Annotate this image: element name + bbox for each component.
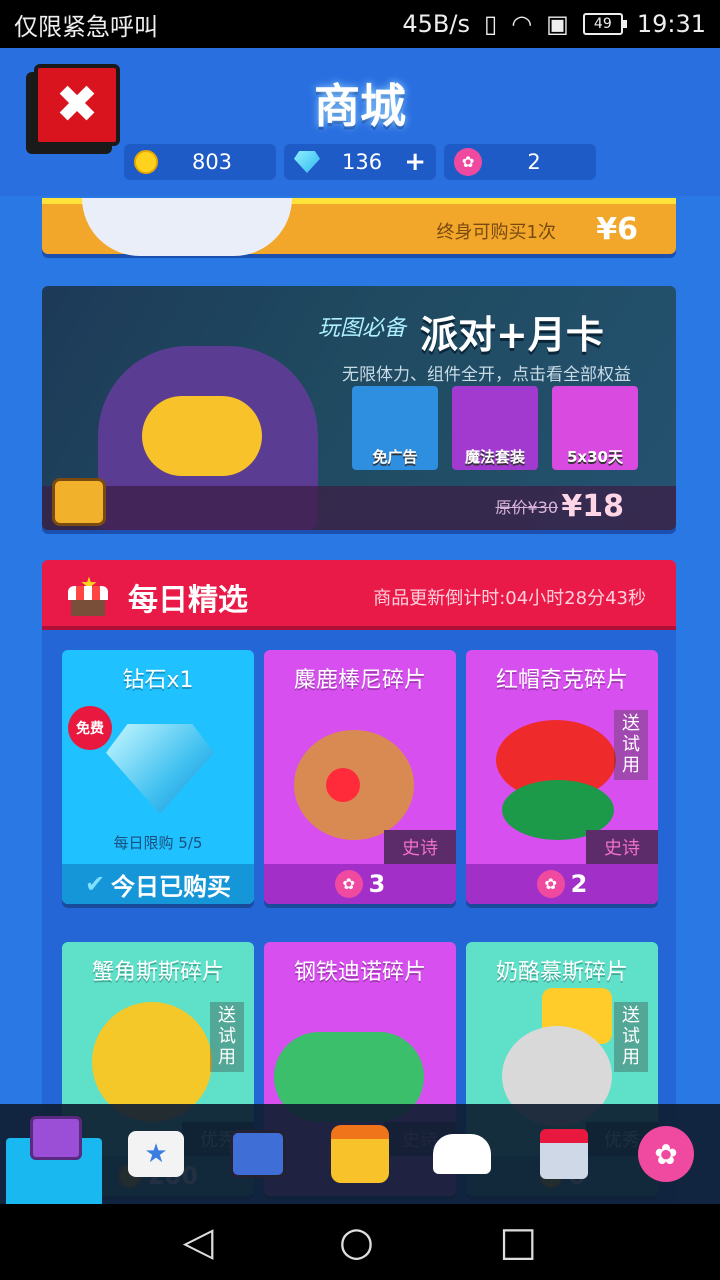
free-badge: 免费 (68, 706, 112, 750)
clock: 19:31 (636, 10, 706, 38)
net-speed: 45B/s (402, 10, 470, 38)
lotus-icon: ✿ (638, 1126, 694, 1182)
daily-header: ★ 每日精选 商品更新倒计时:04小时28分43秒 (42, 560, 676, 630)
daily-item-redhat[interactable]: 红帽奇克碎片 送试用 史诗 ✿ 2 (466, 650, 658, 904)
red-nose (326, 768, 360, 802)
purchase-limit: 终身可购买1次 (436, 222, 556, 243)
shop-scroll-area[interactable]: 终身可购买1次 ¥6 玩图必备 派对+月卡 无限体力、组件全开，点击看全部权益 … (0, 196, 720, 1204)
page-title: 商城 (314, 79, 406, 133)
trial-tag: 送试用 (210, 1002, 244, 1072)
coin-icon (134, 150, 158, 174)
diamond-balance[interactable]: 136 + (284, 144, 436, 180)
wifi-icon: ◠ (511, 10, 533, 38)
purchased-status: ✔ 今日已购买 (62, 864, 254, 904)
android-nav-bar: ◁ ○ □ (0, 1204, 720, 1280)
sim-icon: ▣ (546, 10, 569, 38)
refresh-timer: 商品更新倒计时:04小时28分43秒 (373, 588, 646, 609)
treasure-chest-icon (30, 1116, 82, 1160)
price-footer: ✿ 2 (466, 864, 658, 904)
benefit-no-ads: 免广告 (352, 386, 438, 470)
bunny-icon (433, 1134, 491, 1174)
check-icon: ✔ (84, 870, 106, 898)
diamond-icon (106, 724, 214, 814)
daily-limit: 每日限购 5/5 (113, 834, 203, 852)
bottom-nav: ★ ✿ (0, 1104, 720, 1204)
tab-character[interactable] (312, 1104, 408, 1204)
shop-screen: ✖ 商城 803 136 + ✿ 2 终身可购买1次 ¥6 玩图必备 派对+月卡… (0, 48, 720, 1204)
party-monthcard-banner[interactable]: 玩图必备 派对+月卡 无限体力、组件全开，点击看全部权益 免广告 魔法套装 5x… (42, 286, 676, 530)
pack-price: ¥6 (596, 212, 638, 247)
add-diamond-icon[interactable]: + (404, 147, 426, 177)
pack-illustration (82, 198, 292, 256)
rarity-tag: 史诗 (586, 830, 658, 864)
tab-favorites[interactable]: ★ (108, 1104, 204, 1204)
trial-tag: 送试用 (614, 710, 648, 780)
item-name: 奶酪慕斯碎片 (495, 960, 628, 985)
star-bubble-icon: ★ (128, 1131, 184, 1177)
tab-pet[interactable] (414, 1104, 510, 1204)
banner-slogan: 玩图必备 (318, 316, 407, 341)
diamond-value: 136 (342, 150, 383, 174)
item-name: 蟹角斯斯碎片 (91, 960, 224, 985)
tab-lotus[interactable]: ✿ (618, 1104, 714, 1204)
tab-stamp[interactable] (516, 1104, 612, 1204)
original-price: 原价¥30 (495, 498, 558, 517)
item-name: 麋鹿棒尼碎片 (293, 668, 426, 693)
character-icon (331, 1125, 389, 1183)
coin-value: 803 (191, 150, 233, 174)
banner-title: 派对+月卡 (420, 313, 604, 357)
trial-tag: 送试用 (614, 1002, 648, 1072)
tv-icon (230, 1130, 286, 1178)
shop-header: ✖ 商城 803 136 + ✿ 2 (0, 48, 720, 196)
lotus-balance: ✿ 2 (444, 144, 596, 180)
back-icon[interactable]: ◁ (183, 1219, 214, 1265)
coin-balance: 803 (124, 144, 276, 180)
diamond-icon (294, 151, 320, 173)
banner-subtitle: 无限体力、组件全开，点击看全部权益 (342, 365, 631, 385)
lotus-icon: ✿ (334, 870, 363, 898)
benefit-magic-outfit: 魔法套装 (452, 386, 538, 470)
tab-tv[interactable] (210, 1104, 306, 1204)
price-footer: ✿ 3 (264, 864, 456, 904)
recents-icon[interactable]: □ (499, 1219, 537, 1265)
battery-icon: 49 (582, 13, 627, 35)
lifetime-pack-card[interactable]: 终身可购买1次 ¥6 (42, 198, 676, 256)
item-name: 钻石x1 (122, 668, 194, 693)
benefit-days: 5x30天 (552, 386, 638, 470)
status-bar: 仅限紧急呼叫 45B/s ▯ ◠ ▣ 49 19:31 (0, 0, 720, 48)
shop-stall-icon: ★ (68, 572, 108, 616)
lotus-icon: ✿ (454, 148, 482, 176)
tab-shop[interactable] (6, 1116, 102, 1204)
lotus-icon: ✿ (536, 870, 565, 898)
stamp-icon (540, 1129, 588, 1179)
item-name: 红帽奇克碎片 (495, 668, 628, 693)
no-ads-tv-icon (52, 478, 106, 526)
lotus-value: 2 (527, 150, 541, 174)
sale-price: ¥18 (561, 489, 624, 524)
daily-title: 每日精选 (128, 583, 248, 618)
daily-item-diamond[interactable]: 钻石x1 免费 每日限购 5/5 ✔ 今日已购买 (62, 650, 254, 904)
vibrate-icon: ▯ (483, 10, 498, 38)
rarity-tag: 史诗 (384, 830, 456, 864)
item-name: 钢铁迪诺碎片 (293, 960, 426, 985)
wizard-face (142, 396, 262, 476)
carrier-text: 仅限紧急呼叫 (14, 12, 158, 41)
home-icon[interactable]: ○ (339, 1219, 374, 1265)
daily-item-reindeer[interactable]: 麋鹿棒尼碎片 史诗 ✿ 3 (264, 650, 456, 904)
